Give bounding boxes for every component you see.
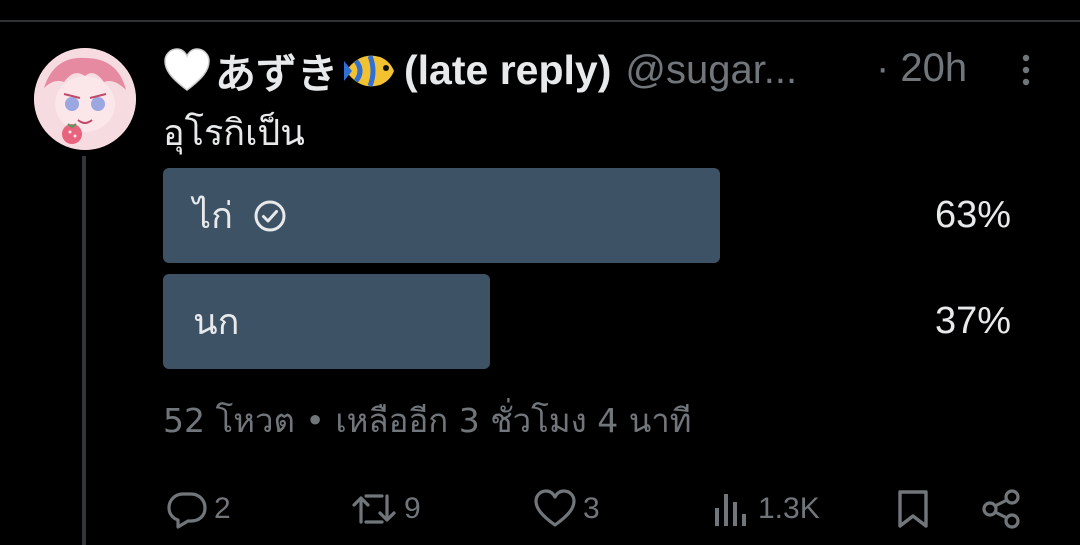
retweet-icon: [352, 494, 396, 524]
avatar-image: [34, 48, 136, 150]
display-name-suffix: (late reply): [404, 46, 612, 93]
handle[interactable]: @sugar...: [625, 48, 797, 93]
poll-option-percent: 37%: [934, 300, 1011, 342]
reply-icon: [167, 492, 207, 529]
tropical-fish-icon: [344, 55, 394, 87]
timestamp[interactable]: · 20h: [876, 46, 967, 91]
share-icon: [982, 489, 1020, 529]
poll-meta: 52 โหวต • เหลืออีก 3 ชั่วโมง 4 นาที: [163, 401, 692, 440]
avatar[interactable]: [34, 48, 136, 150]
poll-option-label: นก: [193, 302, 240, 343]
tweet-header: あずき (late reply) @sugar...: [163, 44, 797, 97]
reply-button[interactable]: 2: [166, 486, 231, 532]
poll-option[interactable]: นก 37%: [163, 274, 1021, 369]
poll-option[interactable]: ไก่ 63%: [163, 168, 1021, 263]
retweet-button[interactable]: 9: [350, 486, 421, 532]
bookmark-button[interactable]: [895, 486, 931, 532]
reply-count: 2: [214, 492, 231, 525]
bookmark-icon: [898, 490, 928, 528]
top-divider: [0, 20, 1080, 22]
more-vertical-icon[interactable]: [1016, 53, 1036, 87]
tweet-text: อุโรกิเป็น: [163, 113, 305, 154]
check-circle-icon: [254, 200, 286, 231]
white-heart-icon: [164, 48, 210, 91]
like-count: 3: [583, 492, 600, 525]
views-button[interactable]: 1.3K: [712, 486, 820, 532]
poll-option-percent: 63%: [934, 194, 1011, 236]
retweet-count: 9: [404, 492, 421, 525]
poll-option-label: ไก่: [193, 196, 233, 237]
views-icon: [715, 494, 746, 526]
display-name[interactable]: あずき (late reply): [163, 40, 611, 100]
display-name-text: あずき: [215, 51, 338, 97]
views-count: 1.3K: [758, 492, 820, 525]
thread-line: [82, 156, 86, 545]
heart-icon: [534, 489, 576, 527]
share-button[interactable]: [980, 486, 1022, 532]
like-button[interactable]: 3: [533, 486, 600, 532]
